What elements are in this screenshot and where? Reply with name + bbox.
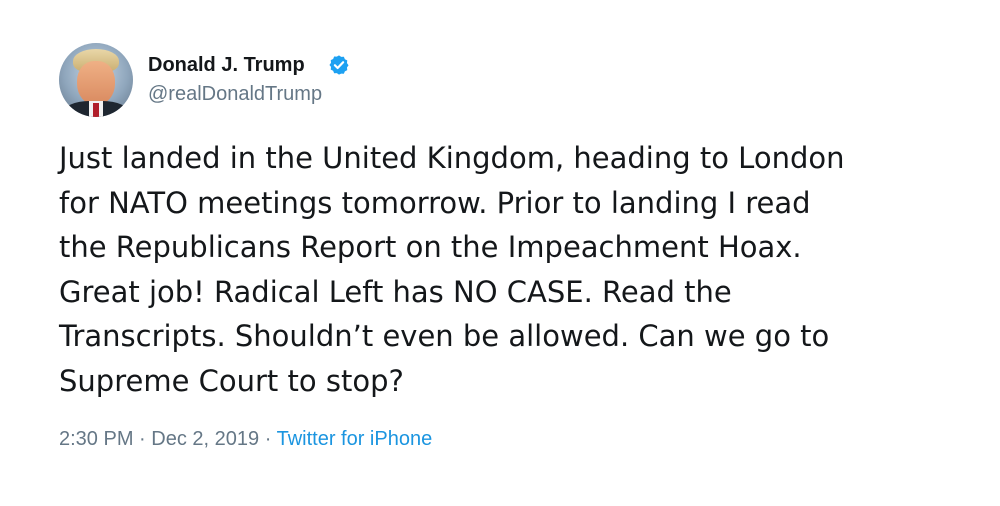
tweet-text-line: the Republicans Report on the Impeachmen… xyxy=(59,230,802,264)
meta-separator: · xyxy=(139,428,146,450)
tweet-text-line: Transcripts. Shouldn’t even be allowed. … xyxy=(59,319,830,353)
tweet-card: Donald J. Trump @realDonaldTrump Just la… xyxy=(0,0,1000,506)
tweet-text-line: for NATO meetings tomorrow. Prior to lan… xyxy=(59,185,811,220)
tweet-text-line: Great job! Radical Left has NO CASE. Rea… xyxy=(59,274,732,309)
author-handle[interactable]: @realDonaldTrump xyxy=(148,82,322,106)
tweet-date[interactable]: Dec 2, 2019 xyxy=(151,428,259,450)
tweet-text-line: Just landed in the United Kingdom, headi… xyxy=(59,141,845,175)
author-display-name[interactable]: Donald J. Trump xyxy=(148,53,305,77)
tweet-time[interactable]: 2:30 PM xyxy=(59,428,133,450)
tweet-text: Just landed in the United Kingdom, headi… xyxy=(59,136,959,403)
verified-badge-icon xyxy=(329,55,349,75)
avatar-tie xyxy=(93,103,99,117)
avatar[interactable] xyxy=(59,43,133,117)
tweet-meta: 2:30 PM · Dec 2, 2019 · Twitter for iPho… xyxy=(59,426,432,452)
tweet-source-link[interactable]: Twitter for iPhone xyxy=(277,428,433,450)
tweet-text-line: Supreme Court to stop? xyxy=(59,363,404,398)
avatar-face xyxy=(77,61,115,105)
meta-separator: · xyxy=(264,428,272,450)
